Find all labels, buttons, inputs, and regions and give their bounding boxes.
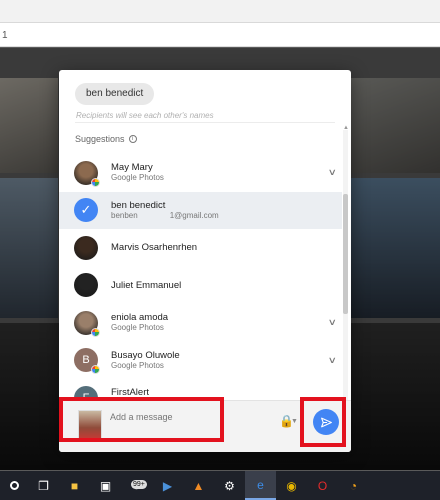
app-99-icon[interactable]: ●99+ xyxy=(121,471,152,500)
chrome-icon[interactable]: ◉ xyxy=(276,471,307,500)
suggestion-name: May Mary xyxy=(111,162,153,174)
suggestion-subtitle: Google Photos xyxy=(111,173,164,183)
recipients-hint: Recipients will see each other's names xyxy=(76,111,214,120)
suggestion-name: ben benedict xyxy=(111,199,166,211)
scrollbar-thumb[interactable] xyxy=(343,194,348,314)
suggestion-subtitle: Google Photos xyxy=(111,323,164,333)
suggestions-header: Suggestions i xyxy=(75,134,137,144)
highlight-box-send xyxy=(300,397,346,447)
avatar: ✓ xyxy=(74,198,98,223)
file-explorer-icon[interactable]: ■ xyxy=(59,471,90,500)
suggestion-item[interactable]: B Busayo Oluwole Google Photos ∨ xyxy=(59,342,342,380)
taskbar-glyph: ▣ xyxy=(99,478,112,493)
suggestion-subtitle: Google Photos xyxy=(111,360,164,370)
suggestion-item[interactable]: May Mary Google Photos ∨ xyxy=(59,154,342,192)
edge-icon[interactable]: e xyxy=(245,471,276,500)
suggestions-title: Suggestions xyxy=(75,134,125,144)
taskbar-glyph: ◔ xyxy=(349,478,358,493)
avatar xyxy=(74,273,98,298)
address-bar[interactable]: 1 xyxy=(0,23,440,47)
game-icon[interactable]: ⚙ xyxy=(214,471,245,500)
taskbar-glyph: ◉ xyxy=(286,478,297,493)
chevron-down-icon[interactable]: ▼ xyxy=(291,418,298,425)
taskbar-glyph: ▲ xyxy=(192,478,205,493)
taskbar-glyph: ▶ xyxy=(162,478,173,493)
suggestion-name: Juliet Emmanuel xyxy=(111,279,182,291)
profile-photo xyxy=(74,235,98,260)
avatar: B xyxy=(74,348,100,375)
avatar xyxy=(74,160,100,187)
vlc-icon[interactable]: ▲ xyxy=(183,471,214,500)
google-photos-icon xyxy=(91,327,100,337)
divider xyxy=(75,122,335,123)
chevron-down-icon[interactable]: ∨ xyxy=(328,167,337,178)
store-icon[interactable]: ▣ xyxy=(90,471,121,500)
opera-icon[interactable]: O xyxy=(307,471,338,500)
info-icon[interactable]: i xyxy=(128,135,137,143)
check-icon: ✓ xyxy=(74,198,98,223)
google-photos-icon xyxy=(91,177,100,187)
slides-icon[interactable]: ◔ xyxy=(338,471,369,500)
search-icon[interactable] xyxy=(0,471,28,500)
suggestion-item[interactable]: FFirstAlertFirst Alert Technologies Ltd xyxy=(59,379,342,399)
suggestion-name: Busayo Oluwole xyxy=(111,349,180,361)
taskbar-glyph: O xyxy=(317,478,328,493)
avatar xyxy=(74,235,98,260)
profile-photo xyxy=(74,273,98,298)
notification-badge: 99+ xyxy=(131,480,147,489)
browser-tab-strip xyxy=(0,0,440,23)
suggestion-item[interactable]: ✓ ben benedict benben 1@gmail.com xyxy=(59,191,342,229)
highlight-box-message xyxy=(59,397,224,442)
google-photos-icon xyxy=(91,365,100,375)
address-text: 1 xyxy=(2,30,8,41)
chevron-down-icon[interactable]: ∨ xyxy=(328,317,337,328)
taskbar-glyph: ■ xyxy=(70,478,79,493)
windows-taskbar: ❐ ■ ▣ ●99+ ▶ ▲ ⚙ e ◉ O ◔ xyxy=(0,471,440,500)
suggestion-item[interactable]: Juliet Emmanuel xyxy=(59,267,342,305)
share-dialog: ben benedict Recipients will see each ot… xyxy=(59,70,351,452)
media-player-icon[interactable]: ▶ xyxy=(152,471,183,500)
suggestion-name: Marvis Osarhenrhen xyxy=(111,242,198,254)
taskbar-glyph: e xyxy=(257,477,264,492)
taskbar-glyph: ❐ xyxy=(38,478,49,493)
taskbar-glyph: ⚙ xyxy=(224,478,235,493)
suggestion-subtitle: benben 1@gmail.com xyxy=(111,210,219,220)
suggestions-list: May Mary Google Photos ∨ ✓ ben benedict benbe… xyxy=(59,154,342,399)
suggestion-name: eniola amoda xyxy=(111,312,169,324)
suggestion-item[interactable]: eniola amoda Google Photos ∨ xyxy=(59,304,342,342)
avatar xyxy=(74,310,100,337)
suggestion-item[interactable]: Marvis Osarhenrhen xyxy=(59,229,342,267)
chevron-down-icon[interactable]: ∨ xyxy=(328,355,337,366)
task-view-icon[interactable]: ❐ xyxy=(28,471,59,500)
recipient-chip[interactable]: ben benedict xyxy=(75,83,155,105)
